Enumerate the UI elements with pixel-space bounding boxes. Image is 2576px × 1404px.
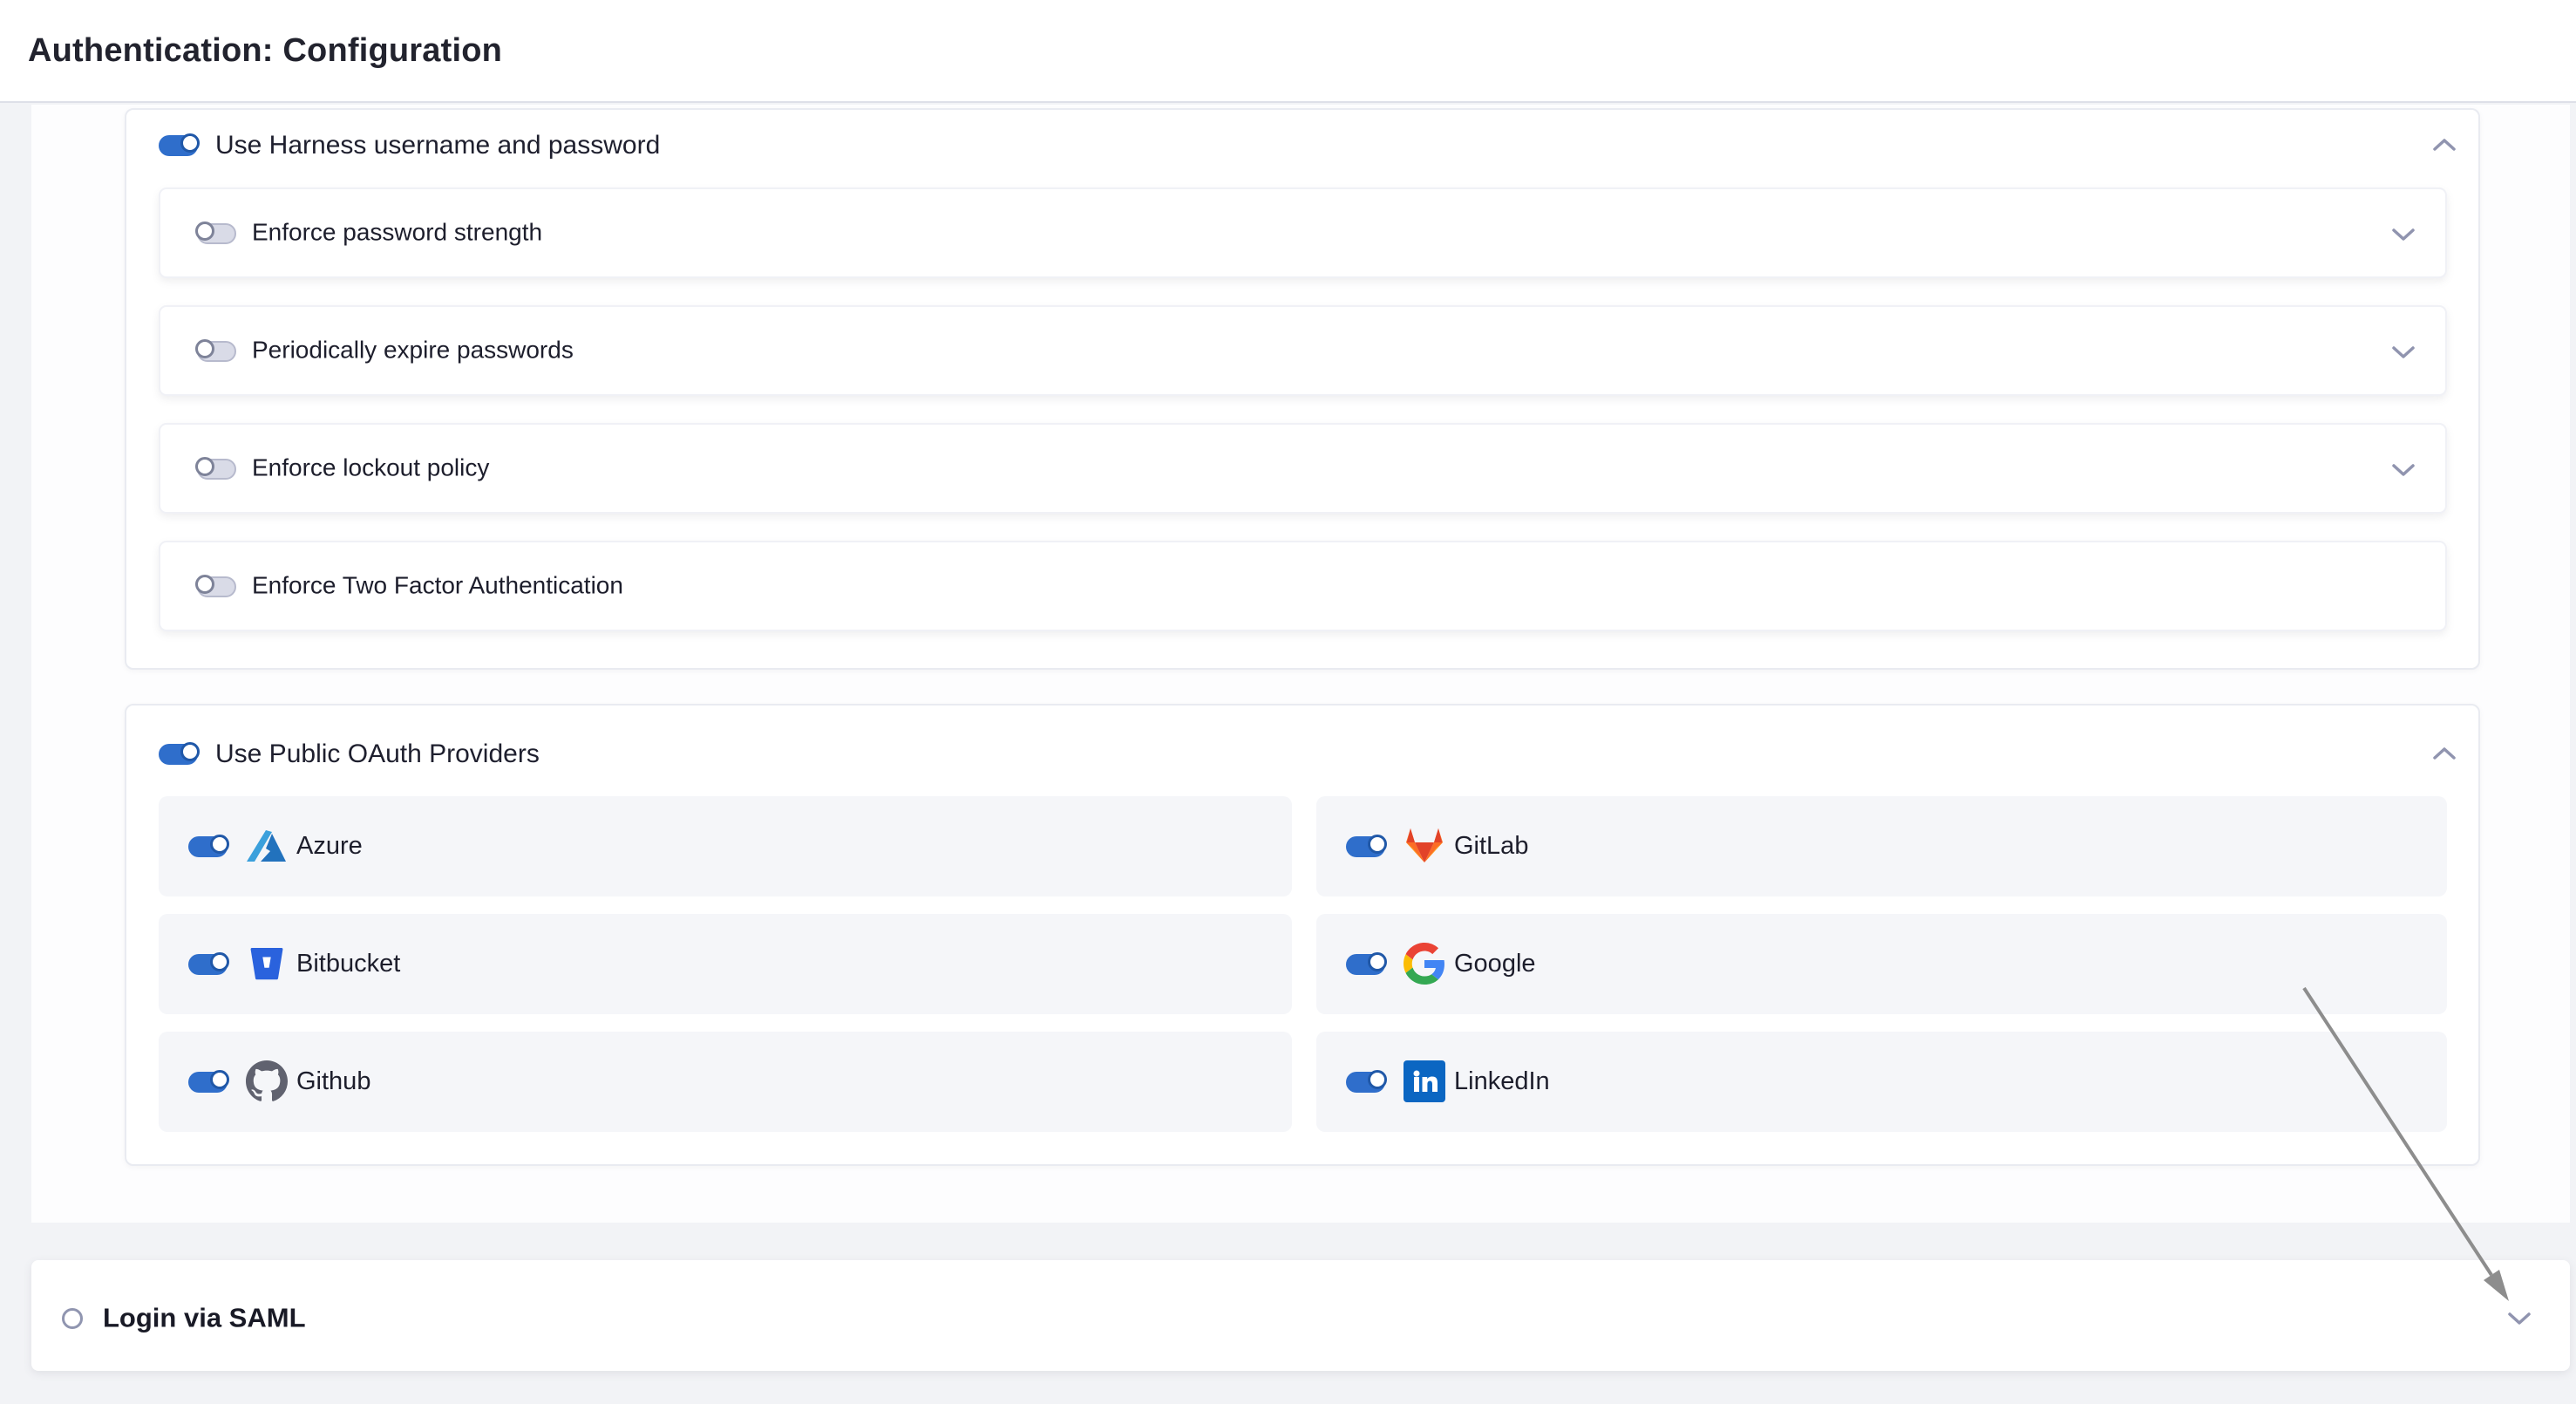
chevron-up-icon[interactable] [2432,746,2457,761]
azure-icon [246,825,288,867]
provider-label: Azure [296,831,363,860]
section-label: Use Public OAuth Providers [215,739,540,769]
toggle-knob [180,133,200,153]
toggle-knob [195,575,214,594]
toggle-knob [195,222,214,241]
expire-passwords-toggle[interactable] [197,341,236,362]
provider-tile-azure: Azure [159,796,1292,896]
bitbucket-toggle[interactable] [188,954,228,975]
gitlab-toggle[interactable] [1346,836,1385,857]
page-header: Authentication: Configuration [0,0,2576,103]
provider-tile-google: Google [1316,914,2447,1014]
username-password-section: Use Harness username and password Enforc… [125,108,2480,670]
linkedin-icon [1404,1060,1445,1102]
chevron-up-icon[interactable] [2432,137,2457,153]
saml-label: Login via SAML [103,1302,306,1333]
oauth-providers-toggle[interactable] [159,744,198,765]
bitbucket-icon [246,943,288,985]
provider-label: GitLab [1454,831,1528,860]
toggle-knob [1368,952,1387,971]
toggle-knob [210,952,229,971]
toggle-knob [195,339,214,358]
setting-row-password-strength: Enforce password strength [159,187,2447,278]
toggle-knob [1368,835,1387,854]
gitlab-icon [1404,825,1445,867]
toggle-knob [180,742,200,761]
chevron-down-icon[interactable] [2391,462,2416,478]
setting-label: Periodically expire passwords [252,336,574,364]
setting-label: Enforce lockout policy [252,453,489,481]
setting-label: Enforce Two Factor Authentication [252,571,623,599]
provider-label: LinkedIn [1454,1067,1550,1095]
saml-login-section: Login via SAML [31,1260,2570,1371]
toggle-knob [195,457,214,476]
section-label: Use Harness username and password [215,131,660,160]
auth-configuration-page: Authentication: Configuration Use Harnes… [0,0,2576,1404]
setting-label: Enforce password strength [252,218,542,246]
toggle-knob [1368,1070,1387,1089]
provider-label: Google [1454,949,1536,978]
toggle-knob [210,835,229,854]
provider-tile-github: Github [159,1032,1292,1132]
password-strength-toggle[interactable] [197,223,236,244]
provider-label: Github [296,1067,370,1095]
auth-settings-panel: Use Harness username and password Enforc… [31,105,2570,1223]
setting-row-two-factor: Enforce Two Factor Authentication [159,541,2447,631]
github-toggle[interactable] [188,1072,228,1093]
provider-tile-gitlab: GitLab [1316,796,2447,896]
chevron-down-icon[interactable] [2391,344,2416,360]
username-password-toggle[interactable] [159,135,198,156]
chevron-down-icon[interactable] [2391,227,2416,242]
provider-tile-bitbucket: Bitbucket [159,914,1292,1014]
linkedin-toggle[interactable] [1346,1072,1385,1093]
google-toggle[interactable] [1346,954,1385,975]
saml-radio[interactable] [62,1308,83,1329]
setting-row-lockout-policy: Enforce lockout policy [159,423,2447,514]
provider-label: Bitbucket [296,949,400,978]
page-title: Authentication: Configuration [28,0,502,101]
oauth-providers-section: Use Public OAuth Providers Azure Bitbuck… [125,704,2480,1166]
setting-row-expire-passwords: Periodically expire passwords [159,305,2447,396]
two-factor-toggle[interactable] [197,576,236,597]
chevron-down-icon[interactable] [2507,1311,2532,1326]
toggle-knob [210,1070,229,1089]
provider-tile-linkedin: LinkedIn [1316,1032,2447,1132]
azure-toggle[interactable] [188,836,228,857]
github-icon [246,1060,288,1102]
lockout-policy-toggle[interactable] [197,459,236,480]
google-icon [1404,943,1445,985]
